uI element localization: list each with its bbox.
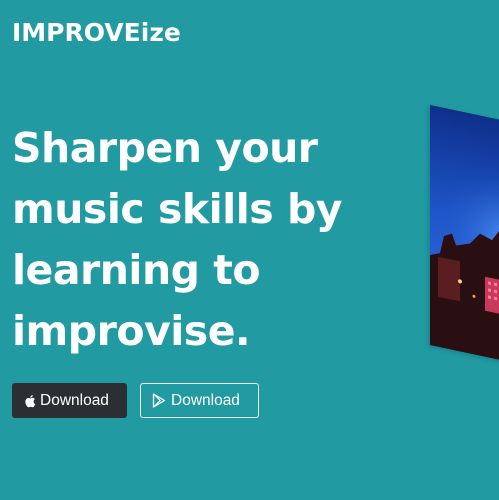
concert-photo xyxy=(430,105,499,375)
app-store-download-button[interactable]: Download xyxy=(12,383,127,418)
landing-page: IMPROVEize Sharpen your music skills by … xyxy=(0,0,499,500)
apple-icon xyxy=(24,394,36,408)
headline-line-3: learning to xyxy=(12,246,261,294)
headline-line-4: improvise. xyxy=(12,307,251,355)
app-store-download-label: Download xyxy=(40,391,109,409)
google-play-download-button[interactable]: Download xyxy=(140,383,259,418)
google-play-icon xyxy=(152,393,166,408)
google-play-download-label: Download xyxy=(171,391,240,409)
phone-mockup-image xyxy=(430,105,499,375)
headline-line-1: Sharpen your xyxy=(12,124,318,172)
hero-headline: Sharpen your music skills by learning to… xyxy=(12,118,392,362)
headline-line-2: music skills by xyxy=(12,185,343,233)
brand-logo[interactable]: IMPROVEize xyxy=(12,18,181,47)
